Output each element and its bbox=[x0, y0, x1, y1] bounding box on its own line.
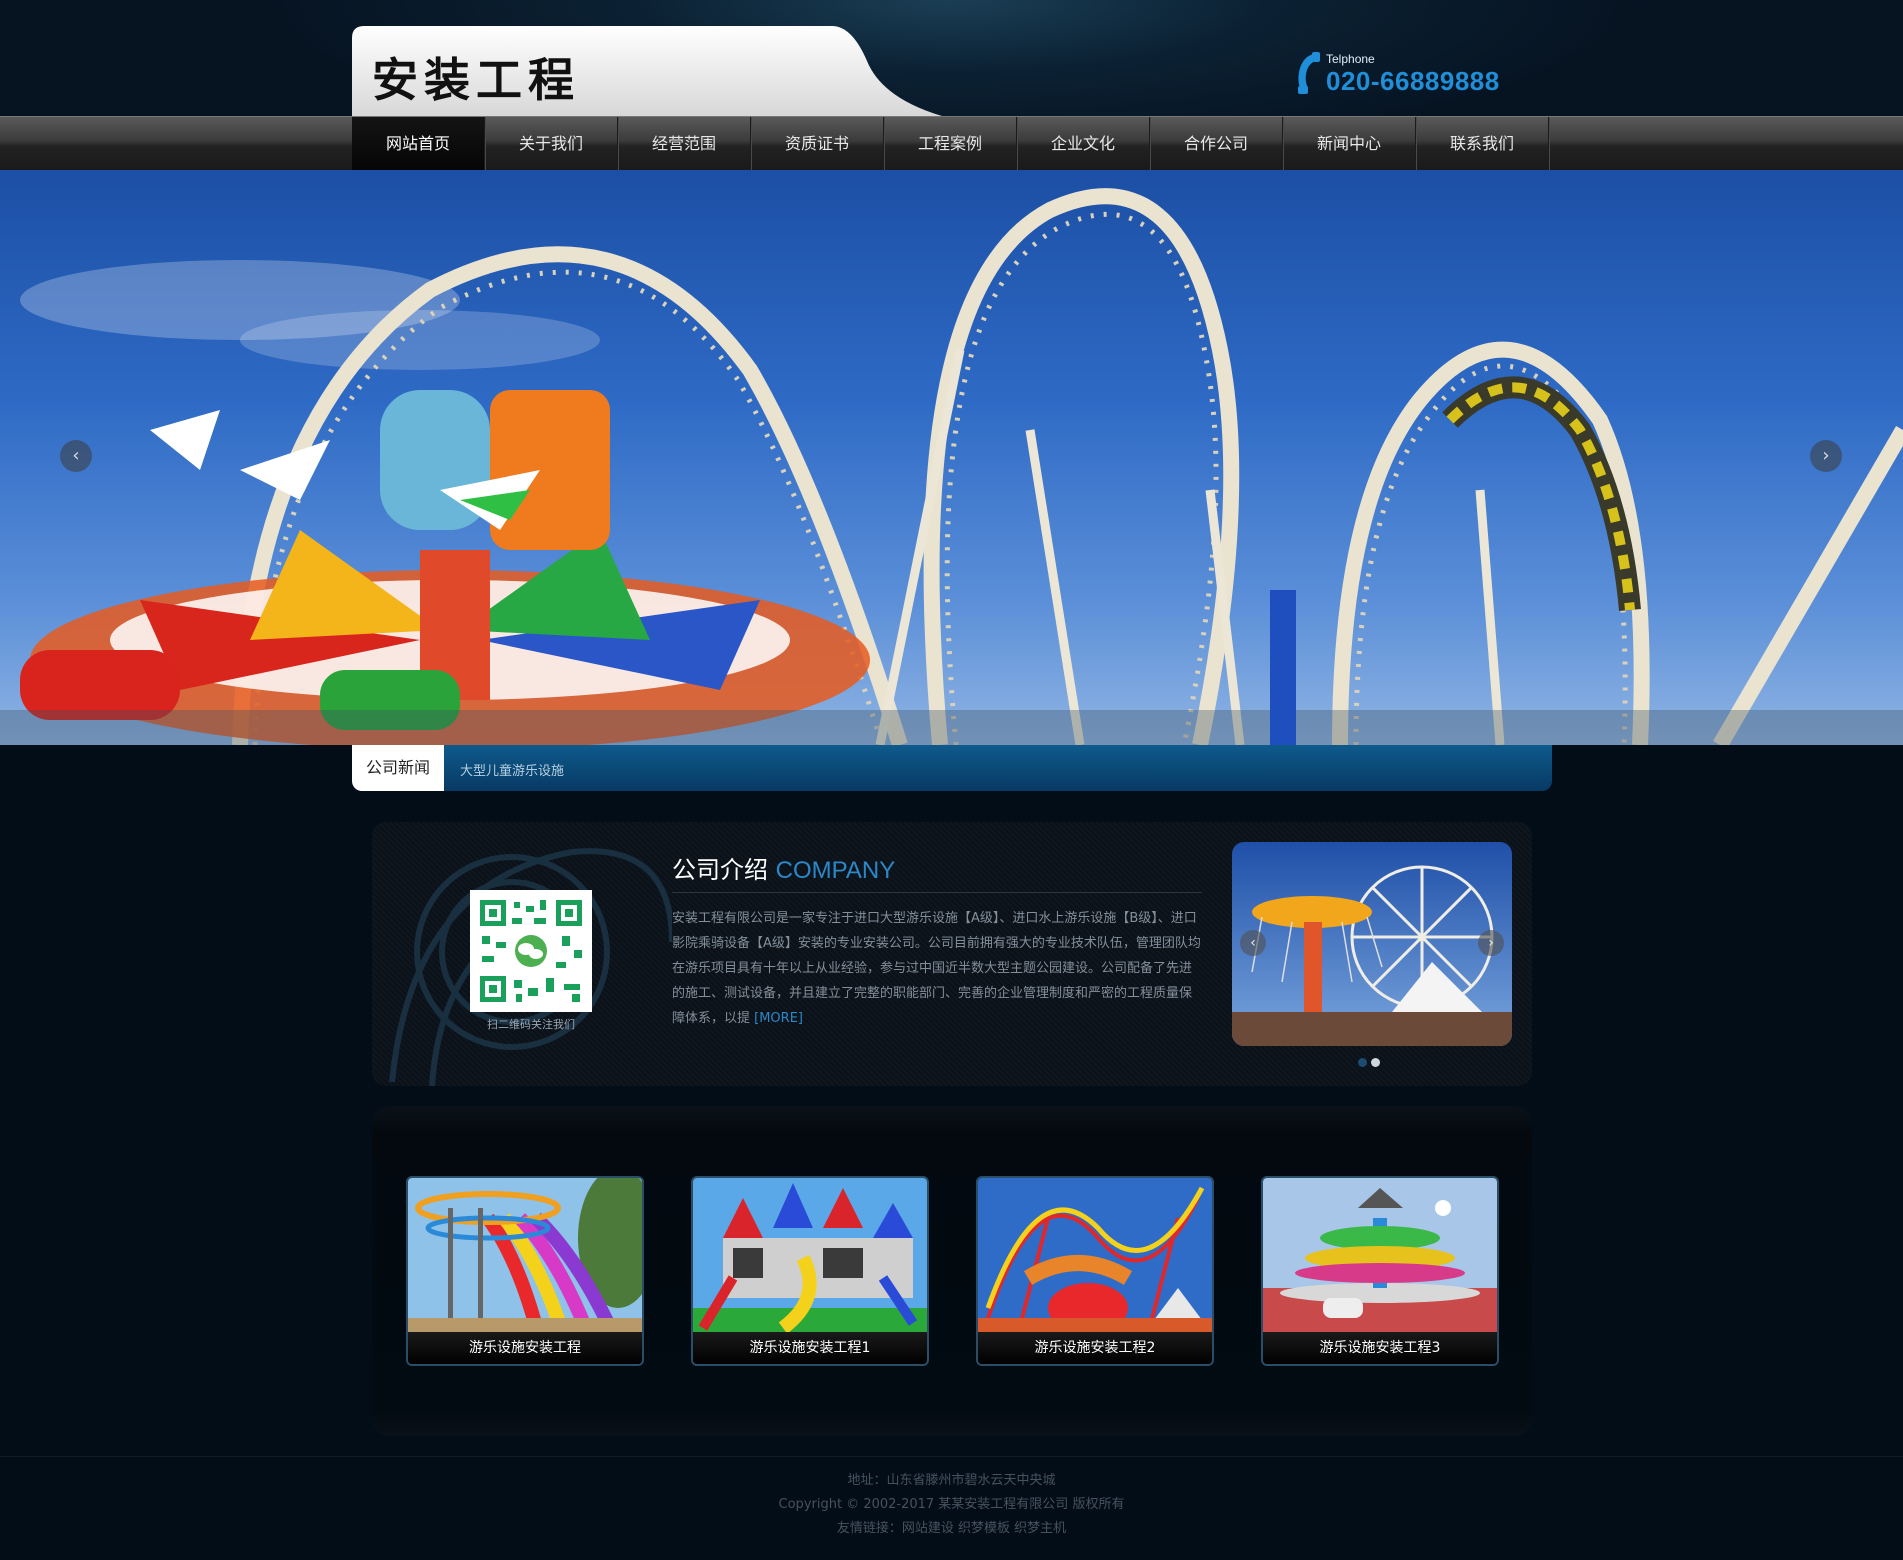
about-divider bbox=[672, 892, 1202, 893]
hero-banner: ‹ › bbox=[0, 170, 1903, 745]
about-slide-image bbox=[1232, 842, 1512, 1046]
nav-item-4[interactable]: 工程案例 bbox=[884, 117, 1017, 171]
footer-copyright: Copyright © 2002-2017 某某安装工程有限公司 版权所有 bbox=[778, 1497, 1125, 1512]
product-card[interactable]: 游乐设施安装工程2 bbox=[976, 1176, 1214, 1366]
product-card[interactable]: 游乐设施安装工程3 bbox=[1261, 1176, 1499, 1366]
product-caption: 游乐设施安装工程2 bbox=[978, 1332, 1212, 1364]
about-title-en: COMPANY bbox=[775, 857, 896, 884]
banner-prev-button[interactable]: ‹ bbox=[60, 440, 92, 472]
products-section: 游乐设施安装工程 游乐设施安装工程1 游乐设施安装工程2 游乐设施安装工程3 bbox=[372, 1106, 1532, 1436]
footer-address: 地址：山东省滕州市碧水云天中央城 bbox=[847, 1473, 1056, 1488]
phone-contact: Telphone 020-66889888 bbox=[1292, 50, 1552, 100]
product-card[interactable]: 游乐设施安装工程 bbox=[406, 1176, 644, 1366]
nav-item-2[interactable]: 经营范围 bbox=[618, 117, 751, 171]
qr-code-icon bbox=[476, 896, 586, 1006]
logo-text: 安装工程 bbox=[372, 53, 580, 107]
site-footer: 地址：山东省滕州市碧水云天中央城 Copyright © 2002-2017 某… bbox=[0, 1456, 1903, 1560]
about-title: 公司介绍 COMPANY bbox=[672, 850, 895, 885]
nav-items: 网站首页 关于我们 经营范围 资质证书 工程案例 企业文化 合作公司 新闻中心 联系我们 bbox=[352, 117, 1552, 171]
nav-item-6[interactable]: 合作公司 bbox=[1150, 117, 1283, 171]
phone-number: 020-66889888 bbox=[1326, 66, 1500, 96]
logo[interactable]: 安装工程 bbox=[352, 26, 942, 116]
about-section: 扫二维码关注我们 公司介绍 COMPANY 安装工程有限公司是一家专注于进口大型… bbox=[372, 822, 1532, 1086]
nav-item-0[interactable]: 网站首页 bbox=[352, 117, 485, 171]
main-nav: 网站首页 关于我们 经营范围 资质证书 工程案例 企业文化 合作公司 新闻中心 联系我们 bbox=[0, 116, 1903, 171]
product-image bbox=[1263, 1178, 1497, 1334]
product-image bbox=[693, 1178, 927, 1334]
nav-item-7[interactable]: 新闻中心 bbox=[1283, 117, 1416, 171]
about-image-slider: ‹ › bbox=[1232, 842, 1512, 1046]
about-body-text: 安装工程有限公司是一家专注于进口大型游乐设施【A级】、进口水上游乐设施【B级】、… bbox=[672, 911, 1201, 1026]
news-ticker: 公司新闻 大型儿童游乐设施 bbox=[352, 745, 1552, 791]
phone-icon bbox=[1298, 52, 1320, 94]
news-ticker-title: 公司新闻 bbox=[352, 745, 444, 791]
product-image bbox=[978, 1178, 1212, 1334]
site-header: 安装工程 Telphone 020-66889888 bbox=[0, 0, 1903, 116]
qr-caption: 扫二维码关注我们 bbox=[487, 1018, 575, 1031]
nav-item-3[interactable]: 资质证书 bbox=[751, 117, 884, 171]
phone-label: Telphone bbox=[1326, 52, 1375, 66]
product-image bbox=[408, 1178, 642, 1334]
slider-dot[interactable] bbox=[1358, 1058, 1367, 1067]
product-caption: 游乐设施安装工程1 bbox=[693, 1332, 927, 1364]
nav-item-8[interactable]: 联系我们 bbox=[1416, 117, 1549, 171]
about-body: 安装工程有限公司是一家专注于进口大型游乐设施【A级】、进口水上游乐设施【B级】、… bbox=[672, 906, 1202, 1031]
nav-item-5[interactable]: 企业文化 bbox=[1017, 117, 1150, 171]
banner-next-button[interactable]: › bbox=[1810, 440, 1842, 472]
news-ticker-item[interactable]: 大型儿童游乐设施 bbox=[460, 745, 564, 799]
banner-image bbox=[0, 188, 1903, 745]
about-slider-prev-button[interactable]: ‹ bbox=[1240, 930, 1266, 956]
nav-item-1[interactable]: 关于我们 bbox=[485, 117, 618, 171]
slider-dot-active[interactable] bbox=[1371, 1058, 1380, 1067]
about-title-cn: 公司介绍 bbox=[672, 856, 768, 884]
about-slider-dots bbox=[1358, 1058, 1380, 1067]
about-more-link[interactable]: [MORE] bbox=[754, 1011, 803, 1026]
footer-links[interactable]: 友情链接：网站建设 织梦模板 织梦主机 bbox=[0, 1517, 1903, 1541]
product-caption: 游乐设施安装工程3 bbox=[1263, 1332, 1497, 1364]
product-caption: 游乐设施安装工程 bbox=[408, 1332, 642, 1364]
qr-code bbox=[470, 890, 592, 1012]
about-slider-next-button[interactable]: › bbox=[1478, 930, 1504, 956]
product-card[interactable]: 游乐设施安装工程1 bbox=[691, 1176, 929, 1366]
